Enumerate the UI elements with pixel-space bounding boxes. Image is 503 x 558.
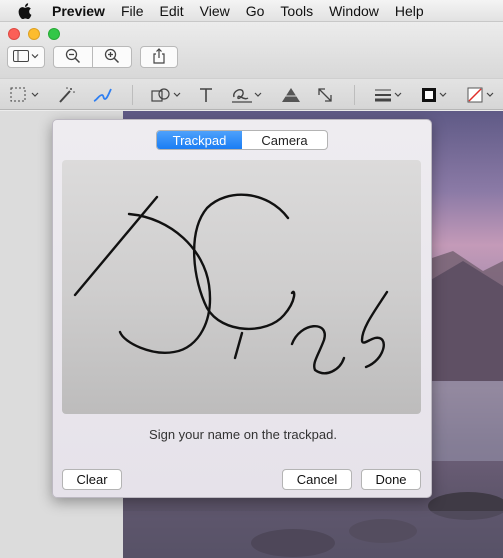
zoom-in-icon xyxy=(104,48,120,67)
toolbar-divider xyxy=(354,85,355,105)
border-color-icon[interactable] xyxy=(420,85,452,105)
signature-pad[interactable] xyxy=(62,160,421,414)
shape-style-icon[interactable] xyxy=(374,85,406,105)
menu-bar: Preview File Edit View Go Tools Window H… xyxy=(0,0,503,22)
close-window-button[interactable] xyxy=(8,28,20,40)
markup-toolbar xyxy=(0,78,503,110)
signature-drawing xyxy=(73,193,389,375)
text-icon[interactable] xyxy=(198,85,214,105)
menu-edit[interactable]: Edit xyxy=(152,3,192,19)
input-source-tabs: Trackpad Camera xyxy=(156,130,328,150)
apple-icon[interactable] xyxy=(18,2,34,19)
sketch-icon[interactable] xyxy=(92,85,114,105)
menu-file[interactable]: File xyxy=(113,3,152,19)
sign-icon[interactable] xyxy=(230,85,264,105)
signature-sheet: Trackpad Camera Sign your name on the tr… xyxy=(52,119,432,498)
instant-alpha-icon[interactable] xyxy=(56,85,76,105)
share-button[interactable] xyxy=(140,46,178,68)
shapes-icon[interactable] xyxy=(150,85,184,105)
share-icon xyxy=(152,47,166,67)
zoom-in-button[interactable] xyxy=(92,46,132,68)
tab-camera[interactable]: Camera xyxy=(242,131,327,149)
cancel-button[interactable]: Cancel xyxy=(282,469,352,490)
window-toolbar xyxy=(0,22,503,78)
adjust-color-icon[interactable] xyxy=(280,85,302,105)
menu-view[interactable]: View xyxy=(192,3,238,19)
fill-color-icon[interactable] xyxy=(466,85,500,105)
minimize-window-button[interactable] xyxy=(28,28,40,40)
adjust-size-icon[interactable] xyxy=(316,85,334,105)
sidebar-toggle-button[interactable] xyxy=(7,46,45,68)
done-button[interactable]: Done xyxy=(361,469,421,490)
zoom-out-button[interactable] xyxy=(53,46,93,68)
sidebar-icon xyxy=(13,49,39,65)
clear-button[interactable]: Clear xyxy=(62,469,122,490)
menu-window[interactable]: Window xyxy=(321,3,387,19)
signature-instructions: Sign your name on the trackpad. xyxy=(149,427,337,442)
menu-tools[interactable]: Tools xyxy=(272,3,321,19)
menu-preview[interactable]: Preview xyxy=(52,3,113,19)
tab-trackpad[interactable]: Trackpad xyxy=(157,131,242,149)
selection-icon[interactable] xyxy=(10,85,42,105)
zoom-out-icon xyxy=(65,48,81,67)
traffic-lights xyxy=(8,28,60,40)
menu-go[interactable]: Go xyxy=(238,3,273,19)
menu-help[interactable]: Help xyxy=(387,3,432,19)
zoom-window-button[interactable] xyxy=(48,28,60,40)
toolbar-divider xyxy=(132,85,133,105)
